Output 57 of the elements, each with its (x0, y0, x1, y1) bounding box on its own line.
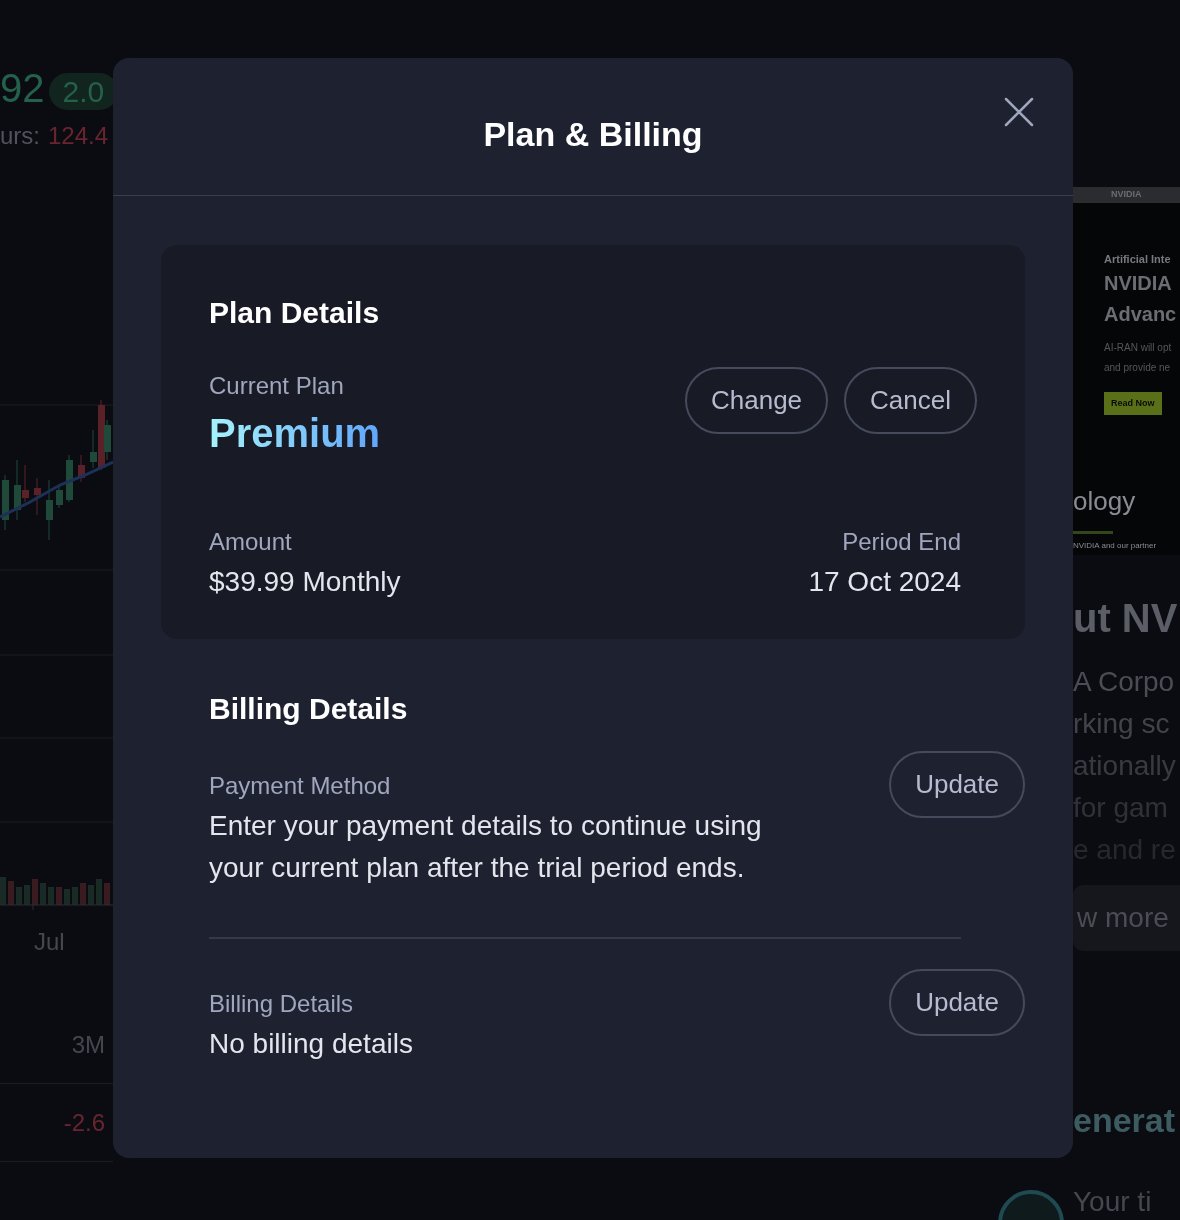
after-hours-label: urs: (0, 122, 40, 149)
volume-bar (32, 879, 38, 905)
about-text: A Corpo (1073, 665, 1176, 699)
category-tab[interactable]: ology (1073, 485, 1180, 517)
field-label: Amount (209, 527, 293, 557)
banner-text: AI-RAN will opt (1104, 340, 1173, 355)
axis-label: Jul (34, 928, 65, 955)
section-heading: Plan Details (209, 295, 381, 331)
volume-bar (16, 887, 22, 905)
volume-bar (96, 879, 102, 905)
field-value: 17 Oct 2024 (808, 565, 961, 599)
candle (78, 454, 85, 483)
about-heading: ut NVI (1073, 595, 1180, 641)
volume-bar (56, 887, 62, 905)
banner-text: and provide ne (1104, 360, 1172, 375)
read-now-button[interactable]: Read Now (1104, 391, 1162, 415)
after-hours-value: 124.4 (48, 122, 109, 149)
volume-bar (72, 887, 78, 905)
field-value: No billing details (209, 1027, 413, 1061)
volume-bar (8, 881, 14, 905)
field-value: $39.99 Monthly (209, 565, 401, 599)
candle (34, 477, 41, 516)
volume-bar (48, 887, 54, 905)
field-label: Current Plan (209, 371, 345, 401)
plan-button[interactable]: Change (685, 367, 829, 434)
field-value: Enter your payment details to continue using your current plan after the trial period ends. (209, 809, 763, 885)
banner-caption: NVIDIA and our partner (1073, 540, 1158, 552)
update-button[interactable]: Update (889, 751, 1025, 818)
field-label: Billing Details (209, 989, 355, 1019)
volume-bar (104, 883, 110, 905)
banner-logo: NVIDIA (1111, 189, 1142, 199)
candle (2, 474, 9, 531)
banner-eyebrow: Artificial Inte (1104, 252, 1172, 267)
volume-bar (88, 885, 94, 905)
banner-title: Advanc (1104, 301, 1178, 327)
volume-bar (24, 885, 30, 905)
banner-title: NVIDIA (1104, 270, 1173, 296)
update-button[interactable]: Update (889, 969, 1025, 1036)
section-heading: Billing Details (209, 691, 409, 727)
candle (46, 479, 53, 541)
about-text: rking sc (1073, 707, 1171, 741)
stock-price: 92 (0, 66, 45, 110)
candle (66, 454, 73, 503)
field-label: Payment Method (209, 771, 392, 801)
stat-label: 3M (71, 1029, 105, 1060)
candle (56, 484, 63, 509)
volume-bar (0, 877, 6, 905)
change-badge: 2.0 (48, 73, 113, 110)
section-heading: enerat (1073, 1100, 1177, 1141)
stat-value: -2.6 (63, 1107, 105, 1138)
volume-bar (80, 883, 86, 905)
volume-bar (40, 883, 46, 905)
volume-bar (64, 889, 70, 905)
modal-title: Plan & Billing (483, 114, 703, 155)
plan-button[interactable]: Cancel (844, 367, 977, 434)
section-subheading: Your ti (1073, 1185, 1153, 1219)
field-label: Period End (841, 527, 961, 557)
